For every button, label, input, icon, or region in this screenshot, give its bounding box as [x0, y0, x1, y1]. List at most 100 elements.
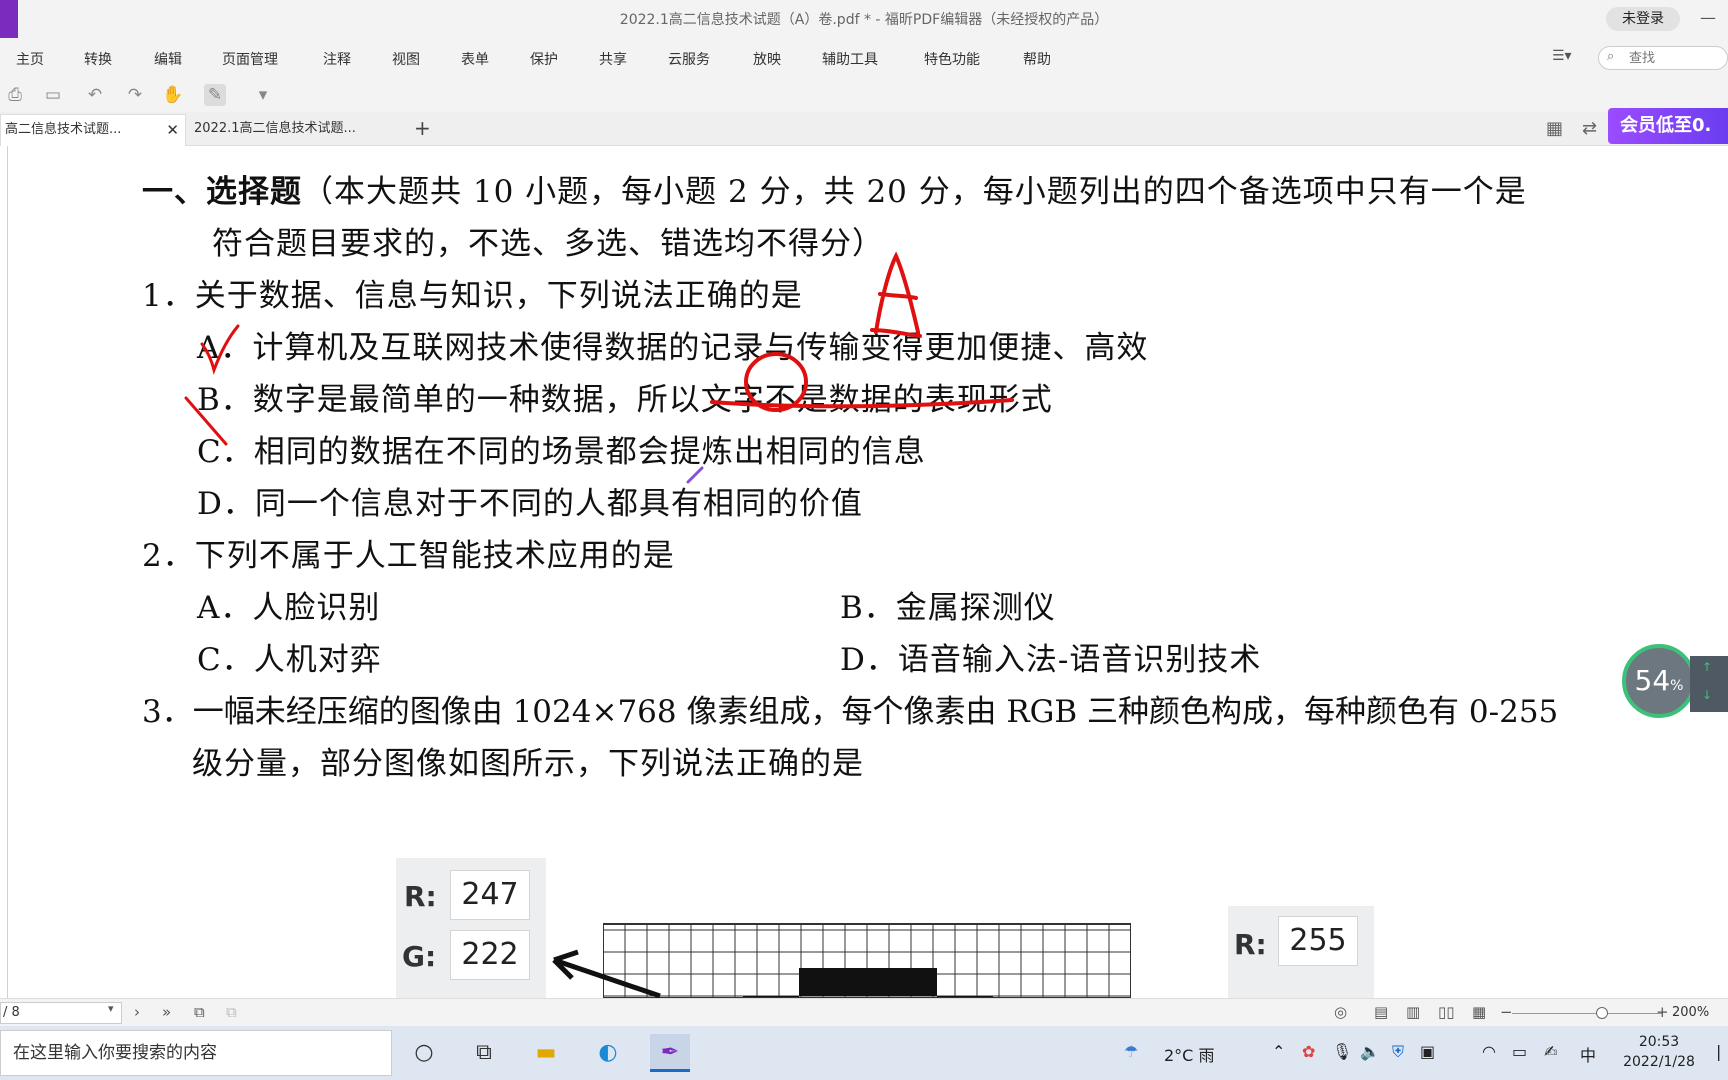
menu-form[interactable]: 表单	[461, 49, 489, 69]
page-edge	[7, 146, 8, 998]
vip-promo-banner[interactable]: 会员低至0.	[1608, 108, 1728, 144]
search-input[interactable]	[1629, 49, 1719, 67]
menu-features[interactable]: 特色功能	[924, 49, 980, 69]
menu-home[interactable]: 主页	[16, 49, 44, 69]
menu-slideshow[interactable]: 放映	[753, 49, 781, 69]
hand-tool-icon[interactable]: ✋	[162, 84, 184, 106]
login-button[interactable]: 未登录	[1606, 7, 1680, 31]
r-label: R:	[404, 880, 437, 913]
paste-page-icon[interactable]: ⧉	[226, 1003, 237, 1021]
display-icon[interactable]: ▣	[1420, 1042, 1435, 1061]
menu-tools[interactable]: 辅助工具	[822, 49, 878, 69]
volume-icon[interactable]: 🔈	[1360, 1042, 1380, 1061]
undo-icon[interactable]: ↶	[84, 84, 106, 106]
section-title: 一、选择题	[142, 174, 302, 210]
foxit-editor-icon[interactable]: ✒	[650, 1034, 690, 1072]
reading-mode-icon[interactable]: ☰▾	[1552, 48, 1572, 64]
window-title: 2022.1高二信息技术试题（A）卷.pdf * - 福昕PDF编辑器（未经授权…	[619, 12, 1109, 28]
last-page-icon[interactable]: »	[162, 1003, 171, 1021]
microphone-icon[interactable]: 🎙	[1332, 1042, 1352, 1061]
show-desktop-icon[interactable]: |	[1716, 1042, 1721, 1061]
task-view-icon[interactable]: ⧉	[464, 1034, 504, 1072]
floating-badge-side[interactable]: ↑ ↓	[1690, 656, 1728, 712]
continuous-page-icon[interactable]: ▥	[1406, 1003, 1420, 1021]
print-icon[interactable]: ⎙	[4, 84, 26, 106]
clock-time: 20:53	[1638, 1034, 1680, 1050]
tab-label: 高二信息技术试题...	[5, 122, 122, 137]
clock-date: 2022/1/28	[1623, 1054, 1695, 1070]
grid-view-icon[interactable]: ▦	[1546, 118, 1563, 139]
question-3: 3．一幅未经压缩的图像由 1024×768 像素组成，每个像素由 RGB 三种颜…	[142, 694, 1559, 730]
weather-text[interactable]: 2°C 雨	[1164, 1042, 1214, 1066]
new-file-icon[interactable]: ▭	[42, 84, 64, 106]
ime-indicator[interactable]: 中	[1580, 1042, 1596, 1066]
pdf-page-view: 一、选择题（本大题共 10 小题，每小题 2 分，共 20 分，每小题列出的四个…	[0, 146, 1728, 998]
facing-page-icon[interactable]: ▯▯	[1438, 1003, 1455, 1021]
rotate-view-icon[interactable]: ◎	[1334, 1003, 1347, 1021]
q1-option-a: A．计算机及互联网技术使得数据的记录与传输变得更加便捷、高效	[197, 330, 1149, 366]
next-page-icon[interactable]: ›	[134, 1003, 140, 1021]
file-explorer-icon[interactable]: ▬	[526, 1034, 566, 1072]
menu-edit[interactable]: 编辑	[154, 49, 182, 69]
quick-toolbar: ⎙ ▭ ↶ ↷ ✋ ✎ ▾	[0, 78, 1728, 112]
wifi-icon[interactable]: ◠	[1482, 1042, 1496, 1061]
cortana-icon[interactable]: ○	[404, 1034, 444, 1072]
close-tab-icon[interactable]: ✕	[166, 115, 179, 145]
page-number-field[interactable]: / 8	[0, 1002, 122, 1024]
g-value: 222	[450, 930, 530, 980]
r-value: 247	[450, 870, 530, 920]
single-page-icon[interactable]: ▤	[1374, 1003, 1388, 1021]
minimize-icon[interactable]: —	[1700, 8, 1716, 27]
new-tab-icon[interactable]: +	[414, 116, 431, 140]
q2-option-b: B．金属探测仪	[840, 590, 1056, 626]
copy-page-icon[interactable]: ⧉	[194, 1003, 205, 1021]
tab-document-2[interactable]: 2022.1高二信息技术试题...	[190, 114, 386, 146]
menu-convert[interactable]: 转换	[84, 49, 112, 69]
zoom-level[interactable]: 200%	[1672, 1005, 1709, 1020]
status-bar: / 8 ▾ › » ⧉ ⧉ ◎ ▤ ▥ ▯▯ ▦ − + 200%	[0, 998, 1728, 1026]
q2-option-a: A．人脸识别	[197, 590, 381, 626]
q2-option-d: D．语音输入法-语音识别技术	[840, 642, 1262, 678]
floating-zoom-badge[interactable]: 54%	[1622, 644, 1696, 718]
r-label: R:	[1234, 928, 1267, 961]
question-1: 1．关于数据、信息与知识，下列说法正确的是	[142, 278, 803, 314]
zoom-slider-thumb[interactable]	[1596, 1007, 1608, 1019]
taskbar-search[interactable]: 在这里输入你要搜索的内容	[0, 1030, 392, 1076]
search-box[interactable]: ⌕	[1598, 46, 1728, 70]
section-instructions: （本大题共 10 小题，每小题 2 分，共 20 分，每小题列出的四个备选项中只…	[302, 174, 1527, 210]
zoom-badge-unit: %	[1670, 678, 1684, 694]
battery-icon[interactable]: ▭	[1512, 1042, 1527, 1061]
menu-view[interactable]: 视图	[392, 49, 420, 69]
arrow-down-icon: ↓	[1702, 688, 1713, 702]
edge-browser-icon[interactable]: ◐	[588, 1034, 628, 1072]
menu-help[interactable]: 帮助	[1023, 49, 1051, 69]
rgb-readout-left: R: 247 G: 222	[396, 858, 546, 998]
tab-document-1[interactable]: 高二信息技术试题... ✕	[0, 114, 186, 146]
q2-option-c: C．人机对弈	[197, 642, 382, 678]
menu-comment[interactable]: 注释	[323, 49, 351, 69]
system-clock[interactable]: 20:53 2022/1/28	[1614, 1032, 1704, 1072]
redo-icon[interactable]: ↷	[124, 84, 146, 106]
zoom-slider[interactable]	[1512, 1013, 1662, 1014]
menu-page-manage[interactable]: 页面管理	[222, 49, 278, 69]
sync-icon[interactable]: ⇄	[1582, 118, 1597, 139]
menu-share[interactable]: 共享	[599, 49, 627, 69]
pen-input-icon[interactable]: ✍	[1544, 1042, 1557, 1061]
security-icon[interactable]: ⛨	[1392, 1042, 1404, 1062]
customize-toolbar-icon[interactable]: ▾	[252, 84, 274, 106]
tray-app-icon[interactable]: ✿	[1302, 1042, 1315, 1061]
grid-page-icon[interactable]: ▦	[1472, 1003, 1486, 1021]
menu-bar: 主页 转换 编辑 页面管理 注释 视图 表单 保护 共享 云服务 放映 辅助工具…	[0, 38, 1728, 78]
page-dropdown-icon[interactable]: ▾	[108, 1002, 114, 1015]
tray-expand-icon[interactable]: ⌃	[1272, 1042, 1285, 1061]
pen-tool-icon[interactable]: ✎	[204, 84, 226, 106]
zoom-in-icon[interactable]: +	[1656, 1003, 1669, 1021]
section-instructions-cont: 符合题目要求的，不选、多选、错选均不得分）	[212, 226, 884, 262]
menu-protect[interactable]: 保护	[530, 49, 558, 69]
zoom-out-icon[interactable]: −	[1500, 1003, 1513, 1021]
weather-icon[interactable]: ☂	[1124, 1042, 1138, 1061]
pixel-grid-figure	[603, 923, 1131, 998]
arrow-up-icon: ↑	[1702, 660, 1713, 674]
q1-option-c: C．相同的数据在不同的场景都会提炼出相同的信息	[197, 434, 926, 470]
menu-cloud[interactable]: 云服务	[668, 49, 710, 69]
